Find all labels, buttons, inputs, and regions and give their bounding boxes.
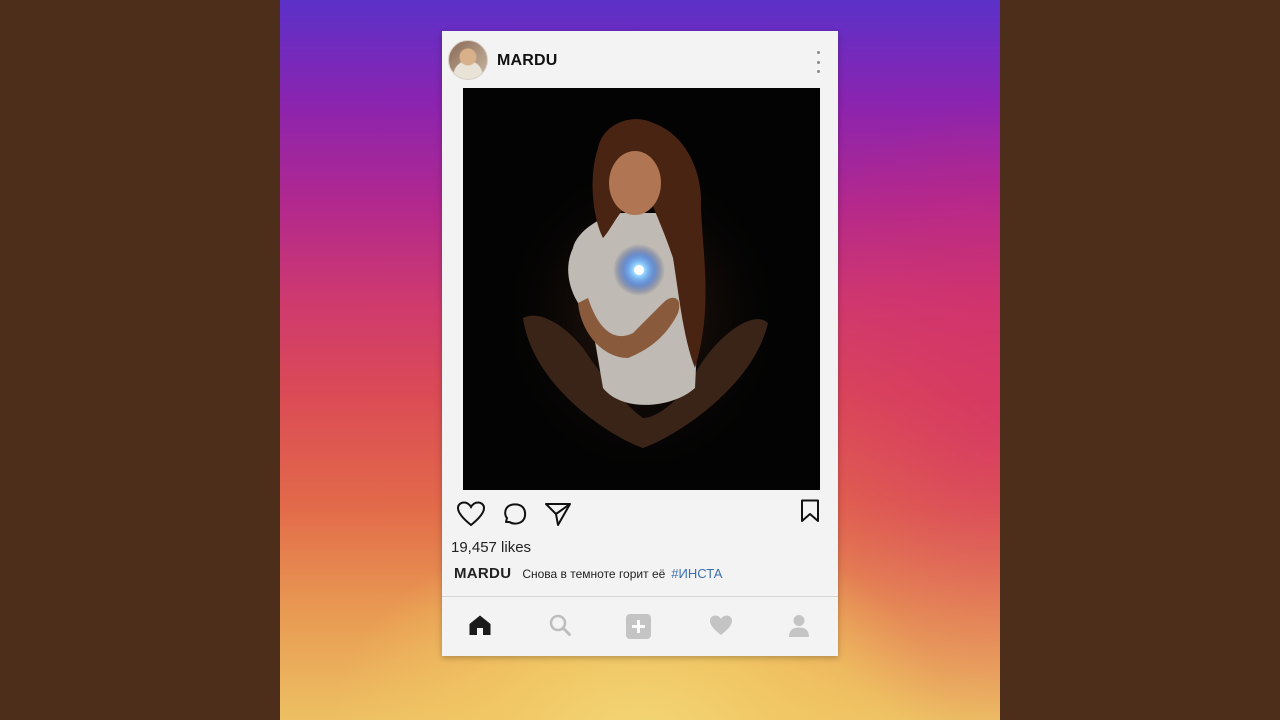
add-post-icon[interactable] [626,614,651,644]
post-photo[interactable] [463,88,820,490]
activity-heart-icon[interactable] [709,614,733,641]
heart-icon[interactable] [456,501,486,532]
bookmark-icon[interactable] [800,499,820,528]
post-actions [442,497,838,533]
caption-username[interactable]: MARDU [454,565,511,582]
likes-count[interactable]: 19,457 likes [451,539,531,556]
search-icon[interactable] [549,614,571,641]
share-icon[interactable] [544,501,572,532]
profile-icon[interactable] [788,614,810,643]
more-vertical-icon[interactable] [814,51,822,73]
post-header: MARDU [442,31,838,87]
bottom-navigation [442,597,838,656]
avatar[interactable] [448,40,488,80]
caption-hashtag[interactable]: #ИНСТА [671,566,722,581]
home-icon[interactable] [468,614,492,641]
caption-text: Снова в темноте горит её [522,567,666,581]
post-caption: MARDU Снова в темноте горит её #ИНСТА [454,565,722,585]
post-card: MARDU 19,457 likes MARDU Снова в темноте… [442,31,838,656]
comment-icon[interactable] [502,501,528,532]
post-username[interactable]: MARDU [497,52,558,70]
